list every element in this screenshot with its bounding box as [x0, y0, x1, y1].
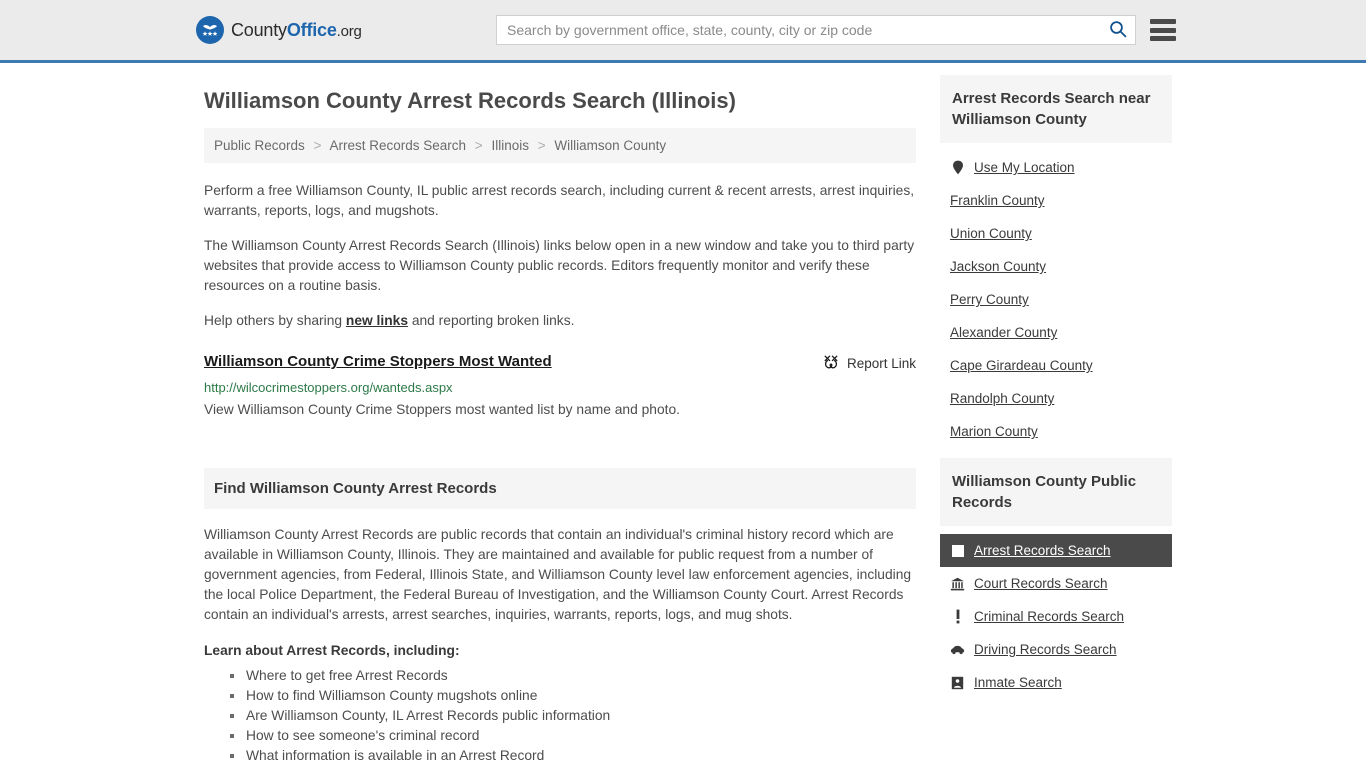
intro-paragraph-2: The Williamson County Arrest Records Sea… — [204, 238, 915, 293]
breadcrumb-item-arrest-records-search[interactable]: Arrest Records Search — [329, 138, 466, 153]
sidebar-item-label[interactable]: Inmate Search — [974, 675, 1062, 690]
logo-text-office: Office — [286, 19, 337, 40]
search-icon — [1109, 20, 1127, 41]
intro-p3-after: and reporting broken links. — [408, 313, 575, 328]
learn-about-lead-in: Learn about Arrest Records, including: — [204, 643, 460, 658]
learn-about-list: Where to get free Arrest Records How to … — [204, 666, 916, 766]
sidebar-item-label[interactable]: Use My Location — [974, 160, 1075, 175]
courthouse-icon — [950, 576, 965, 591]
hamburger-menu-icon[interactable] — [1150, 19, 1176, 41]
square-glyph — [951, 544, 964, 557]
list-item: How to find Williamson County mugshots o… — [230, 686, 916, 706]
car-icon — [950, 642, 965, 657]
hamburger-bar-1 — [1150, 19, 1176, 24]
public-records-heading: Williamson County Public Records — [940, 458, 1172, 526]
sidebar-item-criminal-records-search[interactable]: Criminal Records Search — [940, 600, 1172, 633]
search-bar[interactable] — [496, 15, 1136, 45]
breadcrumb-item-williamson-county[interactable]: Williamson County — [554, 138, 666, 153]
sidebar-item-label[interactable]: Franklin County — [950, 193, 1045, 208]
sidebar-item-arrest-records-search[interactable]: Arrest Records Search — [940, 534, 1172, 567]
logo-text-county: County — [231, 19, 287, 40]
result-header: Williamson County Crime Stoppers Most Wa… — [204, 353, 916, 373]
sidebar-item-label[interactable]: Union County — [950, 226, 1032, 241]
sidebar-item-union-county[interactable]: Union County — [940, 217, 1172, 250]
search-button[interactable] — [1101, 16, 1135, 44]
sidebar-item-driving-records-search[interactable]: Driving Records Search — [940, 633, 1172, 666]
sidebar-item-label[interactable]: Marion County — [950, 424, 1038, 439]
result-description: View Williamson County Crime Stoppers mo… — [204, 402, 680, 417]
nearby-searches-box: Arrest Records Search near Williamson Co… — [940, 75, 1172, 448]
sidebar: Arrest Records Search near Williamson Co… — [940, 63, 1172, 766]
page-title: Williamson County Arrest Records Search … — [204, 88, 736, 113]
sidebar-item-label[interactable]: Randolph County — [950, 391, 1054, 406]
sidebar-item-label[interactable]: Arrest Records Search — [974, 543, 1111, 558]
sidebar-item-cape-girardeau-county[interactable]: Cape Girardeau County — [940, 349, 1172, 382]
sidebar-item-perry-county[interactable]: Perry County — [940, 283, 1172, 316]
hamburger-bar-2 — [1150, 27, 1176, 33]
sidebar-item-label[interactable]: Court Records Search — [974, 576, 1108, 591]
main-column: Williamson County Arrest Records Search … — [204, 63, 916, 766]
hamburger-bar-3 — [1150, 36, 1176, 41]
public-records-list: Arrest Records Search Court Records Sear… — [940, 526, 1172, 699]
content-row: Williamson County Arrest Records Search … — [0, 63, 1366, 766]
sidebar-item-marion-county[interactable]: Marion County — [940, 415, 1172, 448]
result-item: Williamson County Crime Stoppers Most Wa… — [204, 353, 916, 420]
breadcrumb-item-public-records[interactable]: Public Records — [214, 138, 305, 153]
find-section-paragraph: Williamson County Arrest Records are pub… — [204, 527, 912, 622]
sidebar-item-label[interactable]: Driving Records Search — [974, 642, 1117, 657]
sidebar-item-court-records-search[interactable]: Court Records Search — [940, 567, 1172, 600]
breadcrumb: Public Records > Arrest Records Search >… — [204, 128, 916, 163]
sidebar-item-alexander-county[interactable]: Alexander County — [940, 316, 1172, 349]
sidebar-item-jackson-county[interactable]: Jackson County — [940, 250, 1172, 283]
broken-link-icon — [823, 354, 839, 373]
sidebar-item-inmate-search[interactable]: Inmate Search — [940, 666, 1172, 699]
list-item: Where to get free Arrest Records — [230, 666, 916, 686]
intro-paragraph-3: Help others by sharing new links and rep… — [204, 311, 916, 331]
nearby-searches-list: Use My Location Franklin County Union Co… — [940, 143, 1172, 448]
sidebar-item-label[interactable]: Cape Girardeau County — [950, 358, 1093, 373]
list-item: Are Williamson County, IL Arrest Records… — [230, 706, 916, 726]
sidebar-item-label[interactable]: Alexander County — [950, 325, 1057, 340]
logo-text: CountyOffice.org — [231, 20, 362, 41]
result-title-link[interactable]: Williamson County Crime Stoppers Most Wa… — [204, 353, 552, 370]
breadcrumb-item-illinois[interactable]: Illinois — [491, 138, 529, 153]
report-link-button[interactable]: Report Link — [823, 353, 916, 373]
page-wrapper: Williamson County Arrest Records Search … — [0, 63, 1366, 766]
inmate-icon — [950, 675, 965, 690]
map-pin-icon — [950, 160, 965, 175]
search-input[interactable] — [497, 16, 1101, 44]
sidebar-item-label[interactable]: Jackson County — [950, 259, 1046, 274]
breadcrumb-separator: > — [537, 138, 546, 153]
breadcrumb-separator: > — [474, 138, 483, 153]
sidebar-item-label[interactable]: Criminal Records Search — [974, 609, 1124, 624]
breadcrumb-separator: > — [313, 138, 322, 153]
list-item: What information is available in an Arre… — [230, 746, 916, 766]
find-section-body: Williamson County Arrest Records are pub… — [204, 509, 916, 766]
nearby-searches-heading: Arrest Records Search near Williamson Co… — [940, 75, 1172, 143]
find-section-heading: Find Williamson County Arrest Records — [204, 468, 916, 509]
sidebar-item-franklin-county[interactable]: Franklin County — [940, 184, 1172, 217]
report-link-label: Report Link — [846, 356, 916, 371]
intro-paragraph-1: Perform a free Williamson County, IL pub… — [204, 183, 915, 218]
new-links-link[interactable]: new links — [346, 313, 408, 328]
intro-p3-before: Help others by sharing — [204, 313, 346, 328]
sidebar-item-use-my-location[interactable]: Use My Location — [940, 151, 1172, 184]
result-url: http://wilcocrimestoppers.org/wanteds.as… — [204, 380, 453, 395]
sidebar-item-label[interactable]: Perry County — [950, 292, 1029, 307]
list-item: How to see someone's criminal record — [230, 726, 916, 746]
document-square-icon — [950, 543, 965, 558]
sidebar-item-randolph-county[interactable]: Randolph County — [940, 382, 1172, 415]
public-records-box: Williamson County Public Records Arrest … — [940, 458, 1172, 699]
site-logo[interactable]: CountyOffice.org — [196, 16, 362, 44]
logo-text-org: .org — [336, 22, 362, 40]
exclamation-icon — [950, 609, 965, 624]
site-header: CountyOffice.org — [0, 0, 1366, 63]
eagle-star-emblem-icon — [196, 16, 224, 44]
